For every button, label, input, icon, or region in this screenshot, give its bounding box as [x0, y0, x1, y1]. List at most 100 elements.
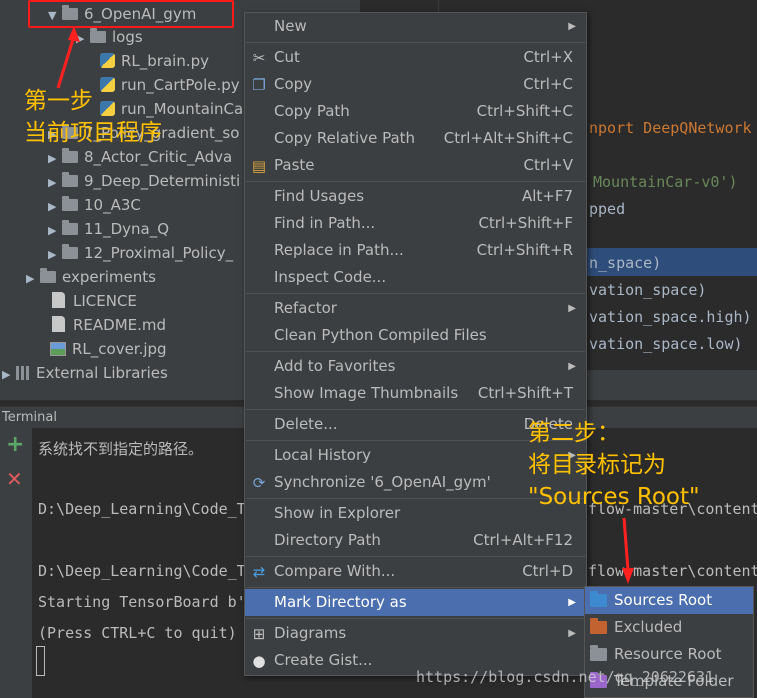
code-line: vation_space.low)	[589, 335, 743, 353]
scissors-icon: ✂	[252, 49, 266, 67]
terminal-line: D:\Deep_Learning\Code_T	[38, 562, 246, 580]
chevron-right-icon[interactable]: ▶	[76, 27, 90, 51]
annotation-step1-title: 第一步	[24, 88, 93, 114]
menu-item-directory-path[interactable]: Directory Path Ctrl+Alt+F12	[245, 527, 586, 554]
watermark: https://blog.csdn.net/qq_20622631	[416, 668, 715, 686]
menu-separator	[246, 181, 585, 182]
menu-item-diagrams[interactable]: ⊞ Diagrams ▶	[245, 620, 586, 647]
menu-separator	[246, 351, 585, 352]
menu-item-cut[interactable]: ✂ Cut Ctrl+X	[245, 44, 586, 71]
folder-icon	[62, 172, 78, 187]
terminal-toolbar: + ✕	[0, 428, 32, 698]
chevron-right-icon[interactable]: ▶	[2, 363, 16, 387]
markdown-file-icon	[52, 316, 65, 332]
python-file-icon	[100, 77, 115, 92]
paste-icon: ▤	[251, 157, 267, 175]
menu-item-add-to-favorites[interactable]: Add to Favorites ▶	[245, 353, 586, 380]
folder-icon	[90, 28, 106, 43]
submenu-arrow-icon: ▶	[568, 628, 576, 639]
menu-item-mark-directory-as[interactable]: Mark Directory as ▶	[245, 589, 586, 616]
chevron-right-icon[interactable]: ▶	[48, 171, 62, 195]
context-menu: New ▶ ✂ Cut Ctrl+X ❐ Copy Ctrl+C Copy Path Ctr…	[244, 12, 587, 676]
annotation-step2-target: "Sources Root"	[528, 484, 700, 510]
tree-item-readme[interactable]: README.md	[52, 313, 166, 337]
tree-item-rl-cover[interactable]: RL_cover.jpg	[50, 337, 167, 361]
tree-item-run-cartpole[interactable]: run_CartPole.py	[100, 73, 240, 97]
tree-item-8-actor-critic[interactable]: ▶ 8_Actor_Critic_Adva	[48, 145, 232, 169]
terminal-line-fragment: flow-master\content	[588, 562, 757, 580]
menu-item-inspect-code[interactable]: Inspect Code...	[245, 264, 586, 291]
tree-item-logs[interactable]: ▶ logs	[76, 25, 143, 49]
menu-item-copy[interactable]: ❐ Copy Ctrl+C	[245, 71, 586, 98]
menu-item-refactor[interactable]: Refactor ▶	[245, 295, 586, 322]
terminal-line: Starting TensorBoard b'	[38, 593, 246, 611]
submenu-item-sources-root[interactable]: Sources Root	[585, 587, 753, 614]
annotation-step1-desc: 当前项目程序	[24, 120, 162, 146]
menu-separator	[246, 409, 585, 410]
code-line: MountainCar-v0')	[593, 173, 738, 191]
submenu-arrow-icon: ▶	[568, 597, 576, 608]
menu-item-show-image-thumbnails[interactable]: Show Image Thumbnails Ctrl+Shift+T	[245, 380, 586, 407]
folder-icon	[62, 148, 78, 163]
resource-root-folder-icon	[590, 645, 607, 661]
python-file-icon	[100, 53, 115, 68]
annotation-step2-title: 第二步：	[528, 420, 620, 446]
copy-icon: ❐	[252, 76, 266, 94]
folder-icon	[62, 220, 78, 235]
highlight-box	[28, 0, 234, 28]
terminal-line: D:\Deep_Learning\Code_T	[38, 500, 246, 518]
submenu-item-excluded[interactable]: Excluded	[585, 614, 753, 641]
menu-item-new[interactable]: New ▶	[245, 13, 586, 40]
plus-icon[interactable]: +	[6, 434, 24, 456]
menu-item-clean-python[interactable]: Clean Python Compiled Files	[245, 322, 586, 349]
code-line: vation_space)	[589, 281, 707, 299]
menu-item-paste[interactable]: ▤ Paste Ctrl+V	[245, 152, 586, 179]
menu-separator	[246, 42, 585, 43]
menu-item-copy-path[interactable]: Copy Path Ctrl+Shift+C	[245, 98, 586, 125]
menu-item-copy-relative-path[interactable]: Copy Relative Path Ctrl+Alt+Shift+C	[245, 125, 586, 152]
close-icon[interactable]: ✕	[6, 468, 23, 490]
image-file-icon	[50, 342, 66, 356]
terminal-cursor	[36, 646, 45, 676]
compare-icon: ⇄	[252, 563, 266, 581]
github-icon: ●	[252, 652, 266, 670]
tree-item-9-deep-deterministic[interactable]: ▶ 9_Deep_Deterministi	[48, 169, 240, 193]
menu-item-find-usages[interactable]: Find Usages Alt+F7	[245, 183, 586, 210]
excluded-folder-icon	[590, 618, 607, 634]
diagram-icon: ⊞	[252, 625, 266, 643]
code-line: pped	[589, 200, 626, 218]
tree-item-12-proximal-policy[interactable]: ▶ 12_Proximal_Policy_	[48, 241, 233, 265]
code-line: n_space)	[589, 254, 662, 272]
terminal-line: (Press CTRL+C to quit)	[38, 624, 237, 642]
sources-root-folder-icon	[590, 591, 607, 607]
tree-item-external-libraries[interactable]: ▶ External Libraries	[2, 361, 168, 385]
chevron-right-icon[interactable]: ▶	[26, 267, 40, 291]
tree-item-licence[interactable]: LICENCE	[52, 289, 137, 313]
code-line: nport DeepQNetwork	[589, 119, 752, 137]
python-file-icon	[100, 101, 115, 116]
folder-icon	[62, 196, 78, 211]
menu-separator	[246, 293, 585, 294]
ide-window: ▼ 6_OpenAI_gym ▶ logs RL_brain.py run_Cart…	[0, 0, 757, 698]
chevron-right-icon[interactable]: ▶	[48, 243, 62, 267]
code-line: vation_space.high)	[589, 308, 752, 326]
submenu-arrow-icon: ▶	[568, 361, 576, 372]
chevron-right-icon[interactable]: ▶	[48, 195, 62, 219]
sync-icon: ⟳	[252, 474, 266, 492]
menu-separator	[246, 587, 585, 588]
chevron-right-icon[interactable]: ▶	[48, 219, 62, 243]
tree-item-11-dyna-q[interactable]: ▶ 11_Dyna_Q	[48, 217, 169, 241]
tree-item-10-a3c[interactable]: ▶ 10_A3C	[48, 193, 141, 217]
menu-separator	[246, 618, 585, 619]
menu-item-compare-with[interactable]: ⇄ Compare With... Ctrl+D	[245, 558, 586, 585]
folder-icon	[40, 268, 56, 283]
text-file-icon	[52, 292, 65, 308]
tree-item-rl-brain[interactable]: RL_brain.py	[100, 49, 209, 73]
terminal-line: 系统找不到指定的路径。	[38, 440, 204, 458]
submenu-item-resource-root[interactable]: Resource Root	[585, 641, 753, 668]
tree-item-experiments[interactable]: ▶ experiments	[26, 265, 156, 289]
chevron-right-icon[interactable]: ▶	[48, 147, 62, 171]
menu-item-find-in-path[interactable]: Find in Path... Ctrl+Shift+F	[245, 210, 586, 237]
menu-separator	[246, 556, 585, 557]
menu-item-replace-in-path[interactable]: Replace in Path... Ctrl+Shift+R	[245, 237, 586, 264]
